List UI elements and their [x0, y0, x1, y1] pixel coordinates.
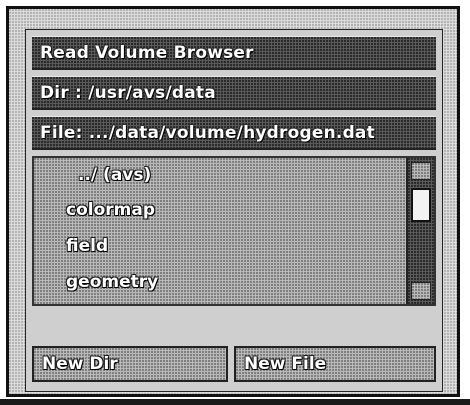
button-row: New Dir New File [32, 346, 436, 384]
browser-panel: Read Volume Browser Dir : /usr/avs/data … [25, 29, 443, 392]
file-list: ../ (avs) colormap field geometry [32, 156, 436, 306]
list-item-field[interactable]: field [66, 236, 108, 256]
list-scrollbar[interactable] [406, 158, 434, 304]
list-item-parent-dir[interactable]: ../ (avs) [78, 165, 151, 185]
scroll-down-button[interactable] [411, 282, 431, 300]
directory-label: Dir : /usr/avs/data [40, 82, 216, 103]
new-file-button[interactable]: New File [234, 346, 436, 382]
list-item-geometry[interactable]: geometry [66, 272, 158, 292]
browser-window: Read Volume Browser Dir : /usr/avs/data … [6, 6, 460, 397]
bottom-edge [0, 399, 470, 405]
list-item-colormap[interactable]: colormap [66, 200, 155, 220]
scroll-up-button[interactable] [411, 162, 431, 180]
file-bar[interactable]: File: .../data/volume/hydrogen.dat [32, 116, 436, 150]
file-list-items: ../ (avs) colormap field geometry [34, 158, 406, 304]
window-title: Read Volume Browser [40, 42, 254, 63]
scroll-thumb[interactable] [411, 188, 431, 222]
file-label: File: .../data/volume/hydrogen.dat [40, 122, 375, 143]
window-title-bar[interactable]: Read Volume Browser [32, 36, 436, 70]
new-dir-button[interactable]: New Dir [32, 346, 228, 382]
directory-bar[interactable]: Dir : /usr/avs/data [32, 76, 436, 110]
